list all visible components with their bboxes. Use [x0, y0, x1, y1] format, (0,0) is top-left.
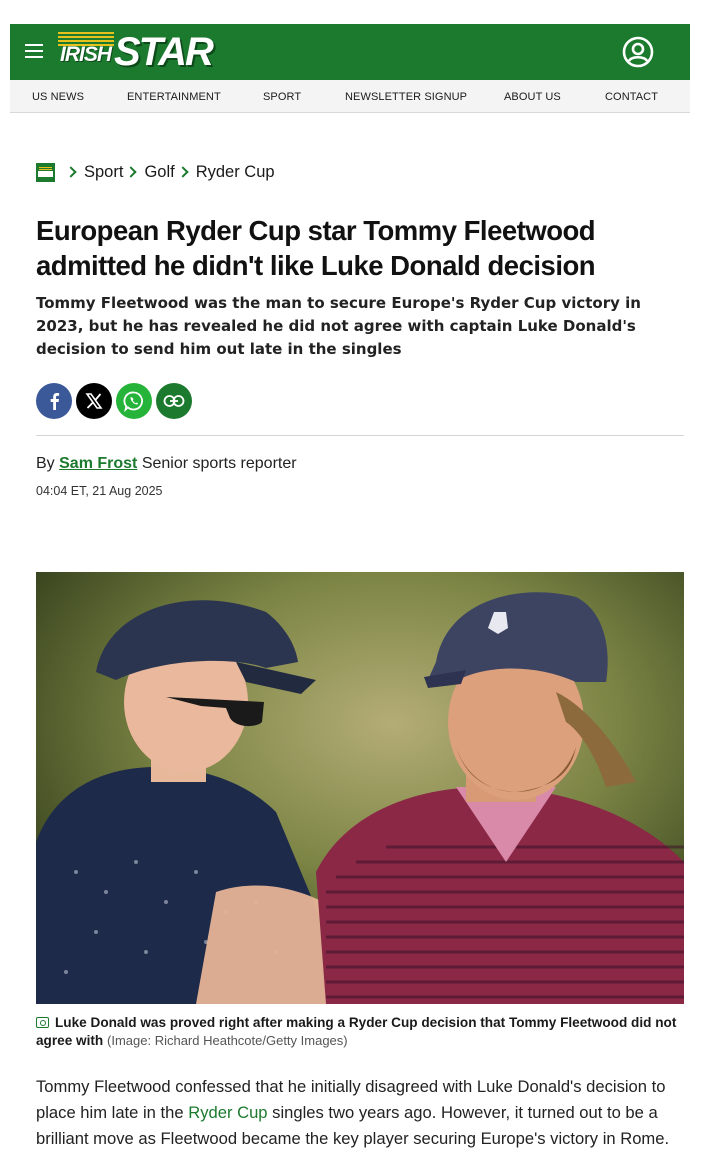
home-logo-icon[interactable]: [36, 162, 55, 182]
hero-image[interactable]: [36, 572, 684, 1004]
chevron-right-icon: [65, 166, 77, 178]
author-role: Senior sports reporter: [141, 455, 297, 472]
share-bar: [36, 383, 192, 419]
nav-sport[interactable]: SPORT: [263, 91, 301, 103]
ryder-cup-link[interactable]: Ryder Cup: [188, 1103, 267, 1122]
nav-entertainment[interactable]: ENTERTAINMENT: [127, 91, 221, 103]
account-icon[interactable]: [622, 36, 654, 68]
article-standfirst: Tommy Fleetwood was the man to secure Eu…: [36, 294, 641, 358]
whatsapp-icon: [123, 391, 143, 412]
nav-newsletter-signup[interactable]: NEWSLETTER SIGNUP: [345, 91, 467, 103]
publish-date: 04:04 ET, 21 Aug 2025: [36, 484, 163, 498]
link-icon: [163, 395, 185, 407]
breadcrumb: Sport Golf Ryder Cup: [36, 161, 275, 183]
logo-star-text: STAR: [114, 30, 214, 74]
hero-image-illustration: [36, 572, 684, 1004]
breadcrumb-golf[interactable]: Golf: [144, 163, 174, 182]
whatsapp-share-button[interactable]: [116, 383, 152, 419]
logo-irish-text: IRISH: [60, 43, 112, 66]
copy-link-button[interactable]: [156, 383, 192, 419]
main-nav: US NEWS ENTERTAINMENT SPORT NEWSLETTER S…: [10, 80, 690, 113]
nav-contact[interactable]: CONTACT: [605, 91, 658, 103]
site-logo[interactable]: IRISH STAR: [58, 29, 214, 75]
photo-caption: Luke Donald was proved right after makin…: [36, 1014, 686, 1050]
chevron-right-icon: [177, 166, 189, 178]
byline: By Sam Frost Senior sports reporter: [36, 455, 297, 473]
article-headline: European Ryder Cup star Tommy Fleetwood …: [36, 215, 596, 281]
facebook-share-button[interactable]: [36, 383, 72, 419]
divider: [36, 435, 684, 436]
x-icon: [85, 393, 103, 409]
chevron-right-icon: [125, 166, 138, 178]
author-link[interactable]: Sam Frost: [59, 455, 137, 472]
nav-about-us[interactable]: ABOUT US: [504, 91, 561, 103]
nav-us-news[interactable]: US NEWS: [32, 91, 84, 103]
camera-icon: [36, 1017, 49, 1028]
breadcrumb-sport[interactable]: Sport: [84, 163, 123, 182]
article-body-paragraph: Tommy Fleetwood confessed that he initia…: [36, 1074, 686, 1152]
breadcrumb-ryder-cup[interactable]: Ryder Cup: [196, 163, 275, 182]
byline-prefix: By: [36, 455, 55, 472]
site-header: IRISH STAR: [10, 24, 690, 80]
x-share-button[interactable]: [76, 383, 112, 419]
facebook-icon: [50, 393, 60, 410]
menu-icon[interactable]: [25, 44, 43, 58]
photo-credit: (Image: Richard Heathcote/Getty Images): [107, 1033, 348, 1048]
